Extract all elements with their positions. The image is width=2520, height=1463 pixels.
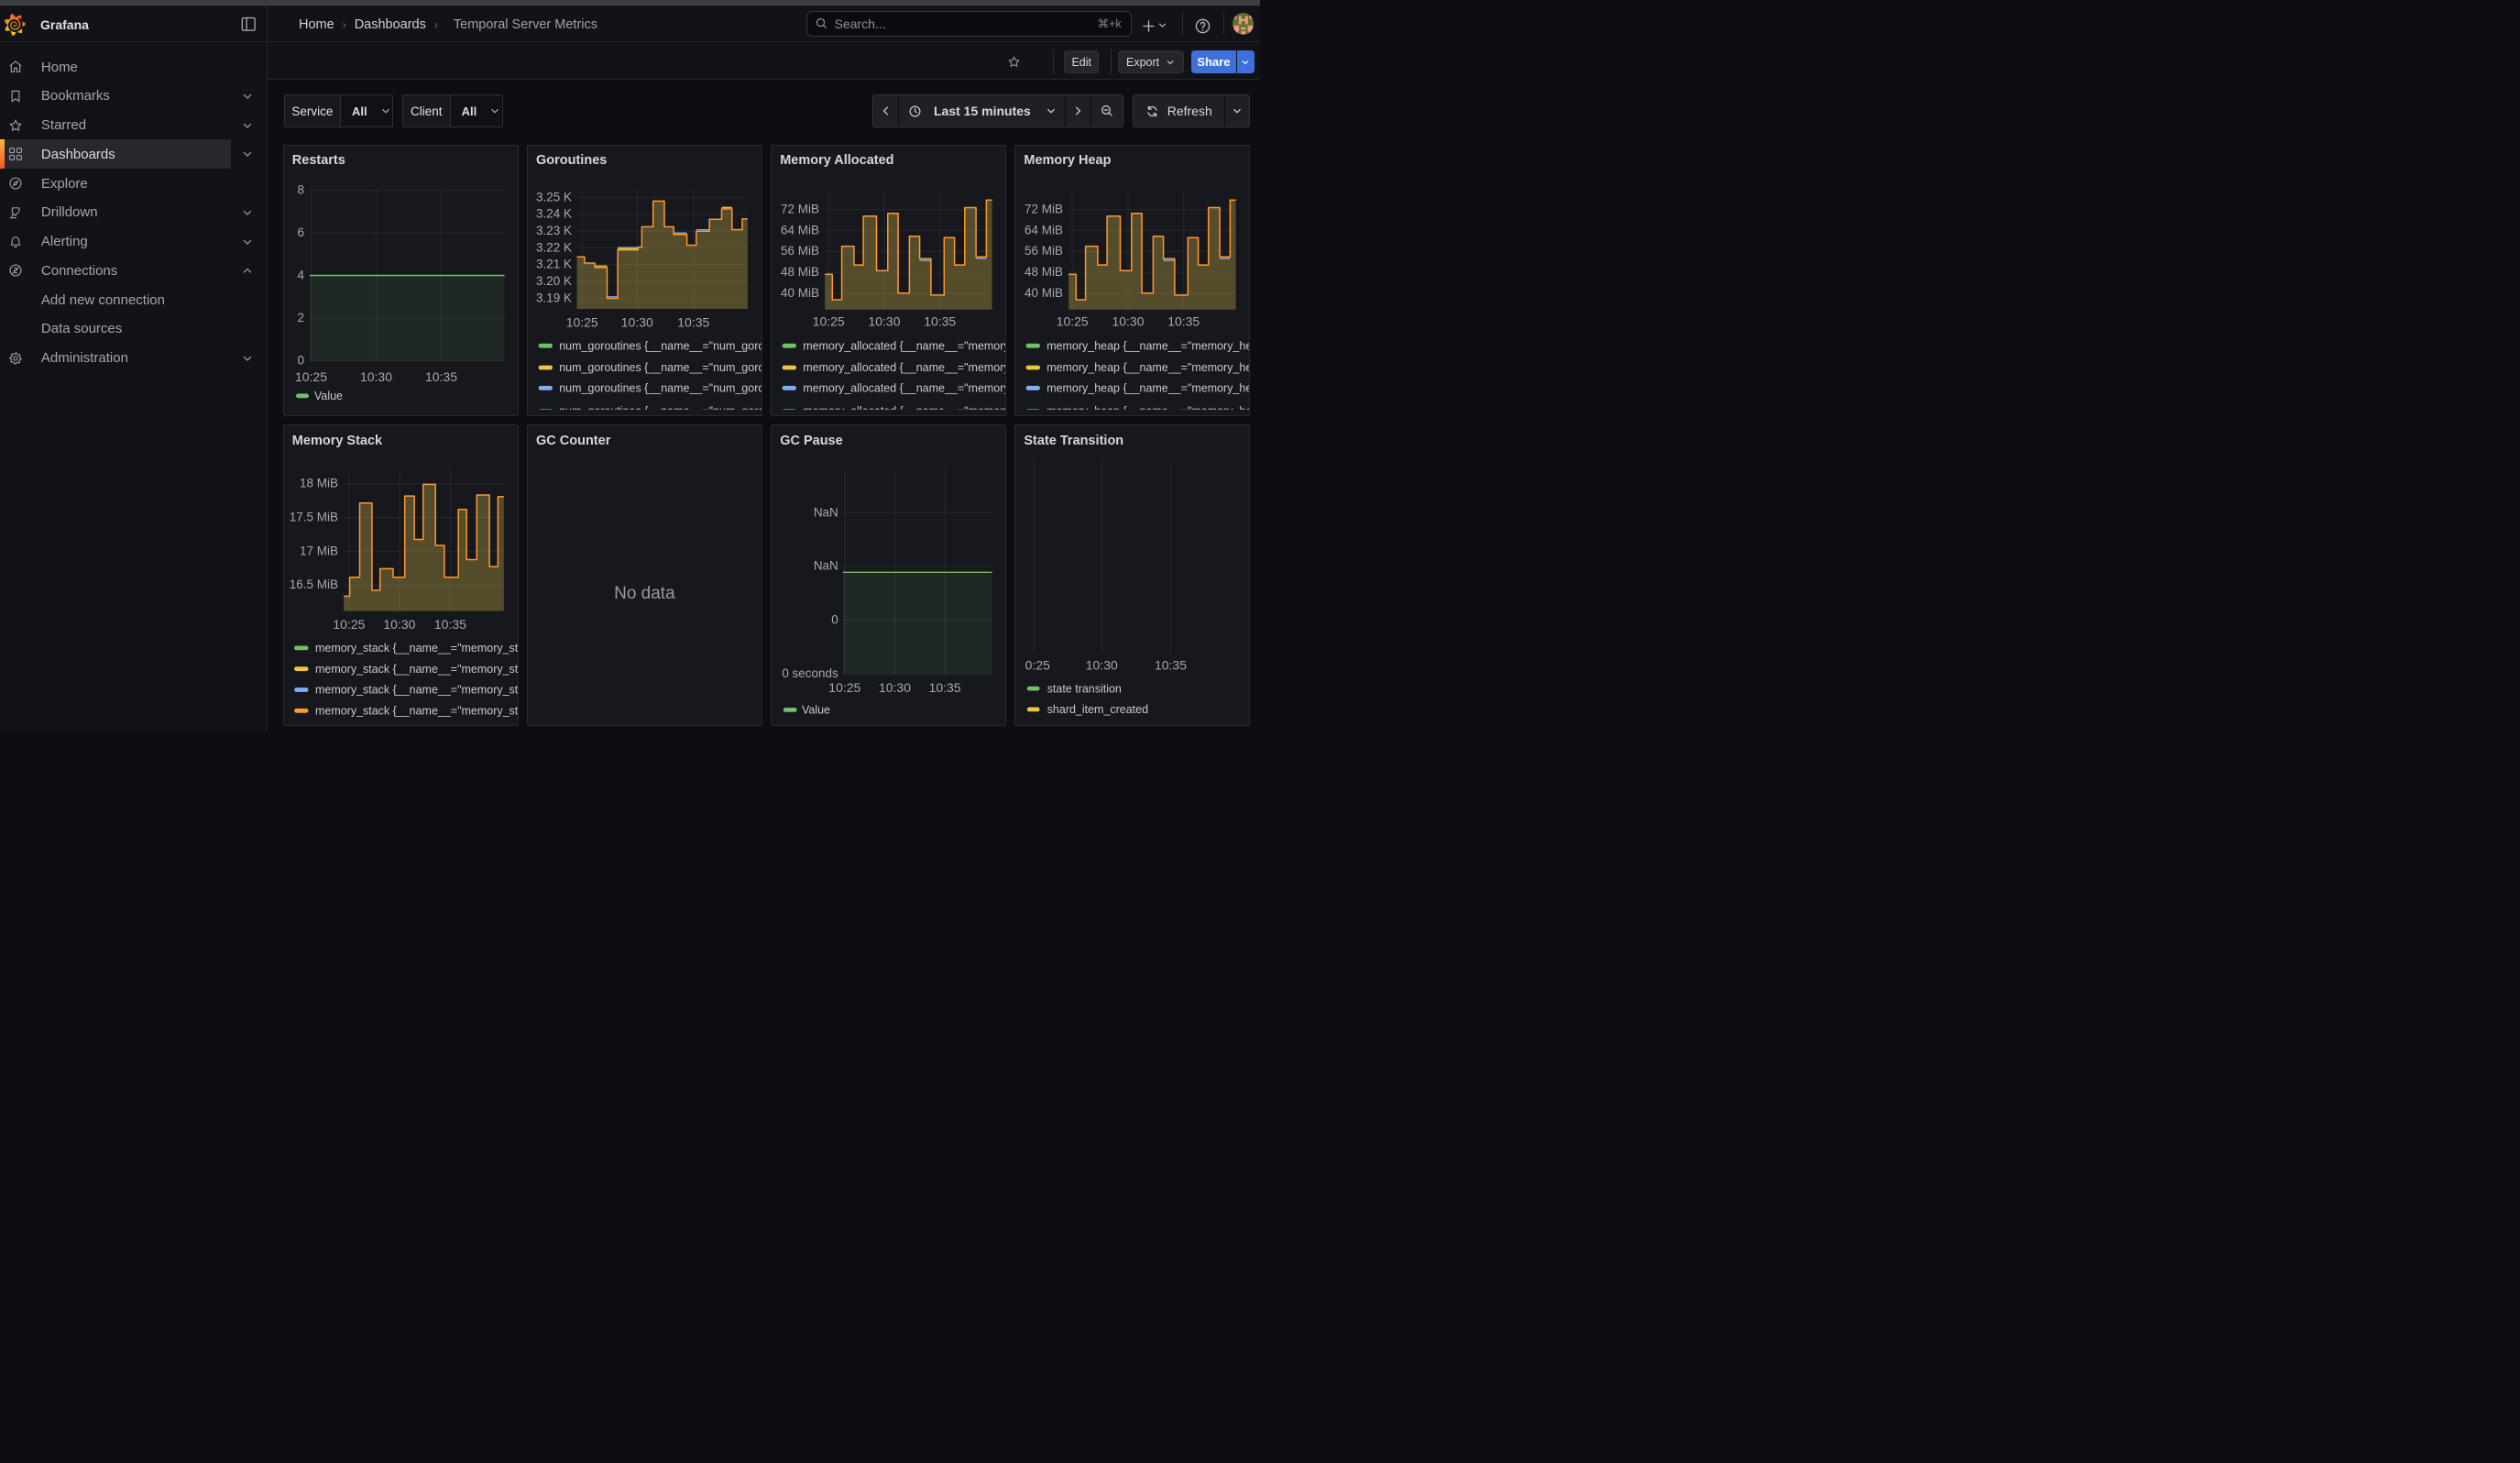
svg-text:10:25: 10:25: [294, 369, 326, 384]
svg-text:num_goroutines {__name__="num_: num_goroutines {__name__="num_goroutines…: [559, 405, 762, 416]
svg-text:shard_item_created: shard_item_created: [1047, 703, 1148, 716]
svg-text:3.20 K: 3.20 K: [536, 274, 572, 288]
svg-text:memory_stack {__name__="memory: memory_stack {__name__="memory_stack", i…: [314, 642, 518, 654]
svg-text:memory_stack {__name__="memory: memory_stack {__name__="memory_stack", i…: [314, 704, 518, 717]
svg-text:10:30: 10:30: [1086, 657, 1118, 672]
svg-text:10:25: 10:25: [1018, 657, 1050, 672]
svg-text:10:25: 10:25: [1057, 314, 1089, 329]
svg-text:memory_heap {__name__="memory_: memory_heap {__name__="memory_heap", ins…: [1046, 361, 1250, 374]
svg-text:48 MiB: 48 MiB: [1024, 265, 1063, 279]
svg-text:10:25: 10:25: [813, 314, 845, 329]
svg-text:56 MiB: 56 MiB: [781, 244, 819, 258]
svg-text:10:30: 10:30: [868, 314, 900, 329]
svg-text:num_goroutines {__name__="num_: num_goroutines {__name__="num_goroutines…: [559, 361, 762, 374]
svg-text:10:25: 10:25: [828, 680, 860, 695]
svg-text:18 MiB: 18 MiB: [300, 476, 338, 490]
svg-text:40 MiB: 40 MiB: [781, 286, 819, 300]
svg-text:72 MiB: 72 MiB: [1024, 203, 1063, 216]
svg-text:72 MiB: 72 MiB: [781, 203, 819, 216]
svg-text:10:35: 10:35: [928, 680, 960, 695]
svg-text:memory_allocated {__name__="me: memory_allocated {__name__="memory_alloc…: [803, 382, 1006, 395]
svg-text:10:30: 10:30: [879, 680, 911, 695]
svg-text:0 seconds: 0 seconds: [782, 666, 838, 680]
svg-text:Value: Value: [802, 703, 830, 716]
svg-text:memory_allocated {__name__="me: memory_allocated {__name__="memory_alloc…: [803, 405, 1006, 416]
svg-text:3.24 K: 3.24 K: [536, 207, 572, 221]
svg-text:num_goroutines {__name__="num_: num_goroutines {__name__="num_goroutines…: [559, 382, 762, 395]
svg-text:memory_heap {__name__="memory_: memory_heap {__name__="memory_heap", ins…: [1046, 340, 1250, 353]
svg-text:10:25: 10:25: [333, 617, 365, 632]
svg-text:10:35: 10:35: [1155, 657, 1187, 672]
svg-text:2: 2: [297, 311, 304, 324]
svg-text:memory_stack {__name__="memory: memory_stack {__name__="memory_stack", i…: [314, 683, 518, 696]
svg-text:0: 0: [297, 354, 304, 368]
svg-text:NaN: NaN: [814, 505, 838, 519]
svg-text:state transition: state transition: [1047, 682, 1122, 695]
svg-text:56 MiB: 56 MiB: [1024, 244, 1063, 258]
svg-text:64 MiB: 64 MiB: [781, 224, 819, 237]
svg-text:NaN: NaN: [814, 558, 838, 572]
svg-text:memory_allocated {__name__="me: memory_allocated {__name__="memory_alloc…: [803, 361, 1006, 374]
svg-text:64 MiB: 64 MiB: [1024, 224, 1063, 237]
svg-text:17.5 MiB: 17.5 MiB: [289, 510, 337, 523]
svg-text:3.21 K: 3.21 K: [536, 258, 572, 271]
svg-text:10:30: 10:30: [359, 369, 391, 384]
svg-text:40 MiB: 40 MiB: [1024, 286, 1063, 300]
svg-text:8: 8: [297, 183, 304, 197]
svg-text:17 MiB: 17 MiB: [300, 544, 338, 557]
svg-text:10:35: 10:35: [424, 369, 456, 384]
svg-text:4: 4: [297, 269, 304, 282]
svg-text:16.5 MiB: 16.5 MiB: [289, 578, 337, 591]
svg-text:memory_allocated {__name__="me: memory_allocated {__name__="memory_alloc…: [803, 340, 1006, 353]
svg-text:10:35: 10:35: [433, 617, 466, 632]
svg-text:48 MiB: 48 MiB: [781, 265, 819, 279]
svg-text:10:30: 10:30: [383, 617, 415, 632]
svg-text:0: 0: [831, 612, 838, 626]
svg-text:3.22 K: 3.22 K: [536, 240, 572, 254]
svg-text:num_goroutines {__name__="num_: num_goroutines {__name__="num_goroutines…: [559, 340, 762, 353]
svg-text:memory_heap {__name__="memory_: memory_heap {__name__="memory_heap", ins…: [1046, 382, 1250, 395]
svg-text:3.23 K: 3.23 K: [536, 224, 572, 237]
svg-text:memory_heap {__name__="memory_: memory_heap {__name__="memory_heap", ins…: [1046, 405, 1250, 416]
svg-text:Value: Value: [313, 390, 342, 402]
svg-text:6: 6: [297, 226, 304, 239]
svg-text:3.25 K: 3.25 K: [536, 190, 572, 204]
svg-text:10:30: 10:30: [620, 314, 652, 329]
svg-text:10:35: 10:35: [677, 314, 709, 329]
svg-text:10:30: 10:30: [1112, 314, 1145, 329]
svg-text:10:35: 10:35: [1167, 314, 1200, 329]
svg-text:10:35: 10:35: [924, 314, 956, 329]
svg-text:3.19 K: 3.19 K: [536, 291, 572, 304]
svg-text:10:25: 10:25: [565, 314, 597, 329]
svg-text:memory_stack {__name__="memory: memory_stack {__name__="memory_stack", i…: [314, 662, 518, 675]
